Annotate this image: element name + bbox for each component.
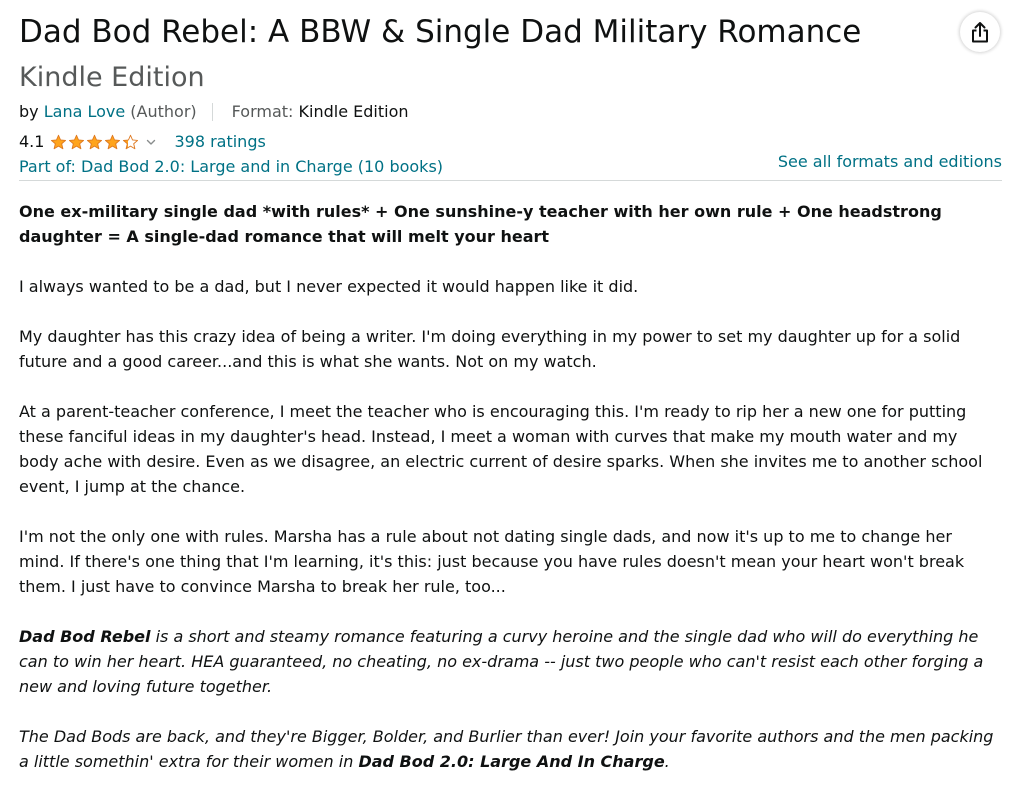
product-edition: Kindle Edition <box>19 62 205 93</box>
description-paragraph: My daughter has this crazy idea of being… <box>19 327 961 371</box>
ratings-count-link[interactable]: 398 ratings <box>174 130 265 154</box>
byline: by Lana Love (Author) Format: Kindle Edi… <box>19 100 409 124</box>
book-title-emphasis: Dad Bod Rebel <box>19 627 151 646</box>
series-link[interactable]: Part of: Dad Bod 2.0: Large and in Charg… <box>19 155 443 179</box>
description-lead: One ex-military single dad *with rules* … <box>19 202 942 246</box>
format-value: Kindle Edition <box>298 102 409 121</box>
share-button[interactable] <box>960 12 1000 52</box>
description-summary: Dad Bod Rebel is a short and steamy roma… <box>19 624 999 699</box>
author-role: (Author) <box>130 102 197 121</box>
star-icon <box>51 134 67 150</box>
star-icon <box>105 134 121 150</box>
rating-row: 4.1 398 ratings <box>19 130 266 154</box>
author-link[interactable]: Lana Love <box>44 100 125 124</box>
star-icon <box>87 134 103 150</box>
share-icon <box>972 22 988 43</box>
series-title-emphasis: Dad Bod 2.0: Large And In Charge <box>358 752 665 771</box>
format-label: Format: <box>231 102 294 121</box>
description-paragraph: I always wanted to be a dad, but I never… <box>19 277 639 296</box>
series-row: Part of: Dad Bod 2.0: Large and in Charg… <box>19 152 1003 179</box>
book-description: One ex-military single dad *with rules* … <box>19 199 999 799</box>
product-page: Dad Bod Rebel: A BBW & Single Dad Milita… <box>19 0 1003 792</box>
description-paragraph: At a parent-teacher conference, I meet t… <box>19 402 983 496</box>
series-blurb-end: . <box>664 752 670 771</box>
description-paragraph: I'm not the only one with rules. Marsha … <box>19 527 965 596</box>
product-title: Dad Bod Rebel: A BBW & Single Dad Milita… <box>19 14 862 50</box>
summary-text: is a short and steamy romance featuring … <box>19 627 984 696</box>
star-icon <box>69 134 85 150</box>
star-icon <box>123 134 139 150</box>
chevron-down-icon[interactable] <box>146 138 156 146</box>
description-series-blurb: The Dad Bods are back, and they're Bigge… <box>19 724 999 774</box>
star-rating[interactable] <box>50 134 140 150</box>
divider <box>19 180 1002 181</box>
byline-by: by <box>19 102 39 121</box>
rating-value: 4.1 <box>19 132 45 151</box>
byline-separator <box>211 103 213 121</box>
formats-editions-link[interactable]: See all formats and editions <box>778 150 1002 174</box>
